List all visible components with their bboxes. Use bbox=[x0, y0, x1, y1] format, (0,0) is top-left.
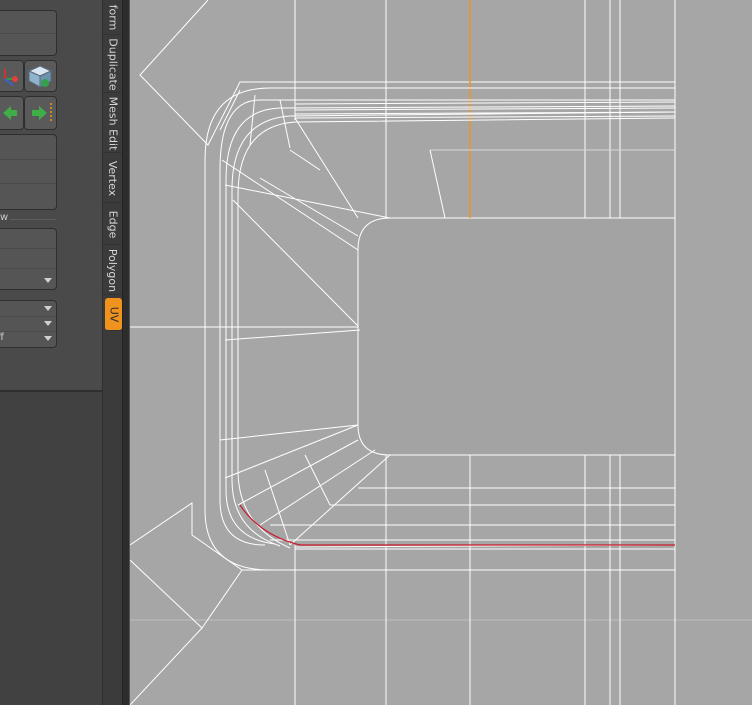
tool-field-group-1[interactable] bbox=[0, 10, 57, 56]
tab-uv[interactable]: UV bbox=[105, 298, 122, 331]
panel-splitter[interactable] bbox=[122, 0, 130, 705]
tab-polygon[interactable]: Polygon bbox=[103, 246, 123, 295]
tab-vertex[interactable]: Vertex bbox=[103, 154, 123, 203]
arrow-left-icon bbox=[3, 106, 17, 120]
vertical-tab-strip: form Duplicate Mesh Edit Vertex Edge Pol… bbox=[102, 0, 123, 705]
section-divider bbox=[10, 219, 56, 220]
section-label: w bbox=[0, 212, 9, 223]
chevron-down-icon bbox=[44, 306, 52, 311]
wireframe-mesh bbox=[130, 0, 752, 705]
arrow-left-button[interactable] bbox=[0, 96, 24, 130]
arrow-right-icon bbox=[32, 103, 52, 123]
transform-tool-button[interactable] bbox=[0, 60, 24, 92]
arrow-right-button[interactable] bbox=[24, 96, 57, 130]
dropdown-value: ff bbox=[0, 332, 4, 343]
chevron-down-icon bbox=[44, 336, 52, 341]
chevron-down-icon bbox=[44, 278, 52, 283]
tab-duplicate[interactable]: Duplicate bbox=[103, 36, 123, 93]
tool-panel-upper: w ff bbox=[0, 0, 102, 390]
tool-field-group-2[interactable] bbox=[0, 134, 57, 210]
tool-panel: w ff bbox=[0, 0, 124, 705]
cube-tool-button[interactable] bbox=[24, 60, 57, 92]
tab-mesh-edit[interactable]: Mesh Edit bbox=[103, 94, 123, 153]
tab-edge[interactable]: Edge bbox=[103, 204, 123, 245]
cube-icon bbox=[27, 65, 53, 88]
dropdown-group-1[interactable] bbox=[0, 228, 57, 290]
chevron-down-icon bbox=[44, 321, 52, 326]
3d-viewport[interactable] bbox=[130, 0, 752, 705]
transform-gizmo-icon bbox=[4, 69, 18, 86]
tab-transform[interactable]: form bbox=[103, 0, 123, 35]
dropdown-group-2[interactable]: ff bbox=[0, 300, 57, 348]
